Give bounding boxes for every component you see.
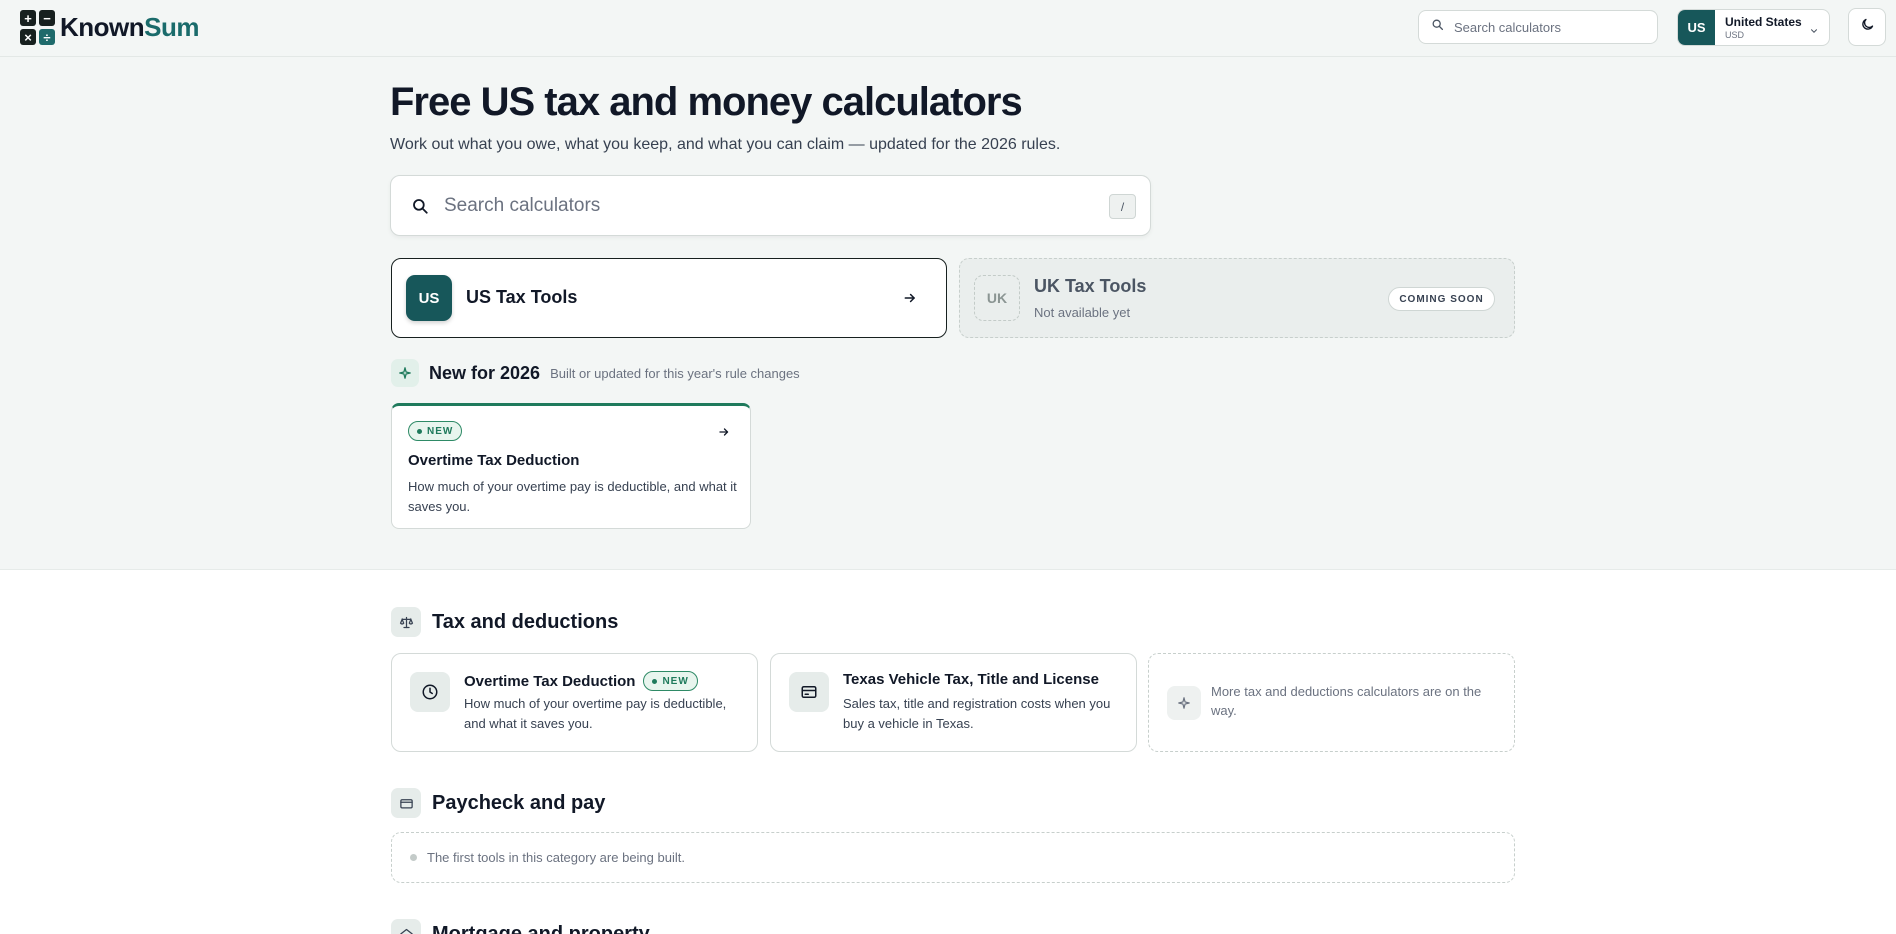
uk-badge: UK: [974, 275, 1020, 321]
paycheck-heading: Paycheck and pay: [391, 788, 605, 818]
sparkle-icon: [391, 359, 419, 387]
card-icon: [789, 672, 829, 712]
header-search-input[interactable]: Search calculators: [1418, 10, 1658, 44]
search-shortcut-key: /: [1109, 194, 1136, 219]
search-icon: [411, 197, 429, 220]
texas-vehicle-calculator-card[interactable]: Texas Vehicle Tax, Title and License Sal…: [770, 653, 1137, 752]
sparkle-icon: [1167, 686, 1201, 720]
arrow-right-icon: [718, 425, 730, 443]
uk-tax-tools-subtitle: Not available yet: [1034, 305, 1131, 320]
placeholder-dot: [410, 854, 417, 861]
texas-vehicle-card-description: Sales tax, title and registration costs …: [843, 696, 1111, 731]
mortgage-title: Mortgage and property: [432, 922, 650, 934]
more-coming-card: More tax and deductions calculators are …: [1148, 653, 1515, 752]
moon-icon: [1860, 17, 1875, 37]
new-card-title: Overtime Tax Deduction: [408, 452, 580, 469]
header-search-placeholder: Search calculators: [1454, 19, 1561, 35]
new-for-2026-heading: New for 2026 Built or updated for this y…: [391, 359, 800, 387]
new-section-title: New for 2026: [429, 362, 541, 383]
wallet-icon: [391, 788, 421, 818]
top-bar: + − × ÷ KnownSum Search calculators US U…: [0, 0, 1896, 57]
coming-soon-badge: COMING SOON: [1388, 287, 1495, 311]
page-title: Free US tax and money calculators: [390, 80, 1023, 124]
paycheck-placeholder-text: The first tools in this category are bei…: [427, 850, 685, 865]
theme-toggle-button[interactable]: [1848, 8, 1886, 46]
overtime-card-description: How much of your overtime pay is deducti…: [464, 696, 727, 731]
us-tax-tools-title: US Tax Tools: [466, 287, 578, 307]
new-badge-label: NEW: [427, 425, 454, 437]
clock-icon: [410, 672, 450, 712]
tax-deductions-heading: Tax and deductions: [391, 607, 618, 637]
hero-section: Free US tax and money calculators Work o…: [0, 57, 1896, 570]
new-section-description: Built or updated for this year's rule ch…: [550, 365, 800, 381]
new-badge-label: NEW: [662, 675, 689, 687]
uk-tax-tools-card: UK UK Tax Tools Not available yet COMING…: [959, 258, 1515, 338]
arrow-right-icon: [903, 291, 917, 310]
new-badge: NEW: [643, 671, 698, 691]
new-calculator-card[interactable]: NEW Overtime Tax Deduction How much of y…: [391, 403, 751, 529]
texas-vehicle-card-title: Texas Vehicle Tax, Title and License: [843, 671, 1099, 688]
new-card-description: How much of your overtime pay is deducti…: [408, 479, 737, 514]
paycheck-title: Paycheck and pay: [432, 791, 606, 814]
logo-text: KnownSum: [60, 12, 199, 43]
scale-icon: [391, 607, 421, 637]
page-subtitle: Work out what you owe, what you keep, an…: [390, 136, 1061, 153]
overtime-card-title: Overtime Tax Deduction: [464, 672, 636, 690]
logo[interactable]: + − × ÷ KnownSum: [20, 10, 199, 45]
overtime-calculator-card[interactable]: Overtime Tax Deduction NEW How much of yo…: [391, 653, 758, 752]
mortgage-heading: Mortgage and property: [391, 919, 650, 934]
logo-text-sum: Sum: [144, 12, 199, 42]
country-currency: USD: [1725, 30, 1745, 40]
us-tax-tools-card[interactable]: US US Tax Tools: [391, 258, 947, 338]
more-coming-text: More tax and deductions calculators are …: [1211, 684, 1482, 718]
main-search-placeholder: Search calculators: [444, 195, 601, 216]
tax-deductions-title: Tax and deductions: [432, 610, 619, 633]
main-search-input[interactable]: Search calculators /: [390, 175, 1151, 236]
new-badge: NEW: [408, 421, 463, 441]
house-icon: [391, 919, 421, 934]
us-badge: US: [406, 275, 452, 321]
logo-text-known: Known: [60, 12, 145, 42]
country-name: United States: [1725, 15, 1802, 29]
chevron-down-icon: [1809, 23, 1819, 41]
calculator-logo-icon: + − × ÷: [20, 10, 55, 45]
uk-tax-tools-title: UK Tax Tools: [1034, 276, 1147, 296]
country-code-badge: US: [1678, 10, 1715, 45]
search-icon: [1431, 18, 1444, 36]
country-selector[interactable]: US United States USD: [1677, 9, 1830, 46]
paycheck-placeholder: The first tools in this category are bei…: [391, 832, 1515, 883]
